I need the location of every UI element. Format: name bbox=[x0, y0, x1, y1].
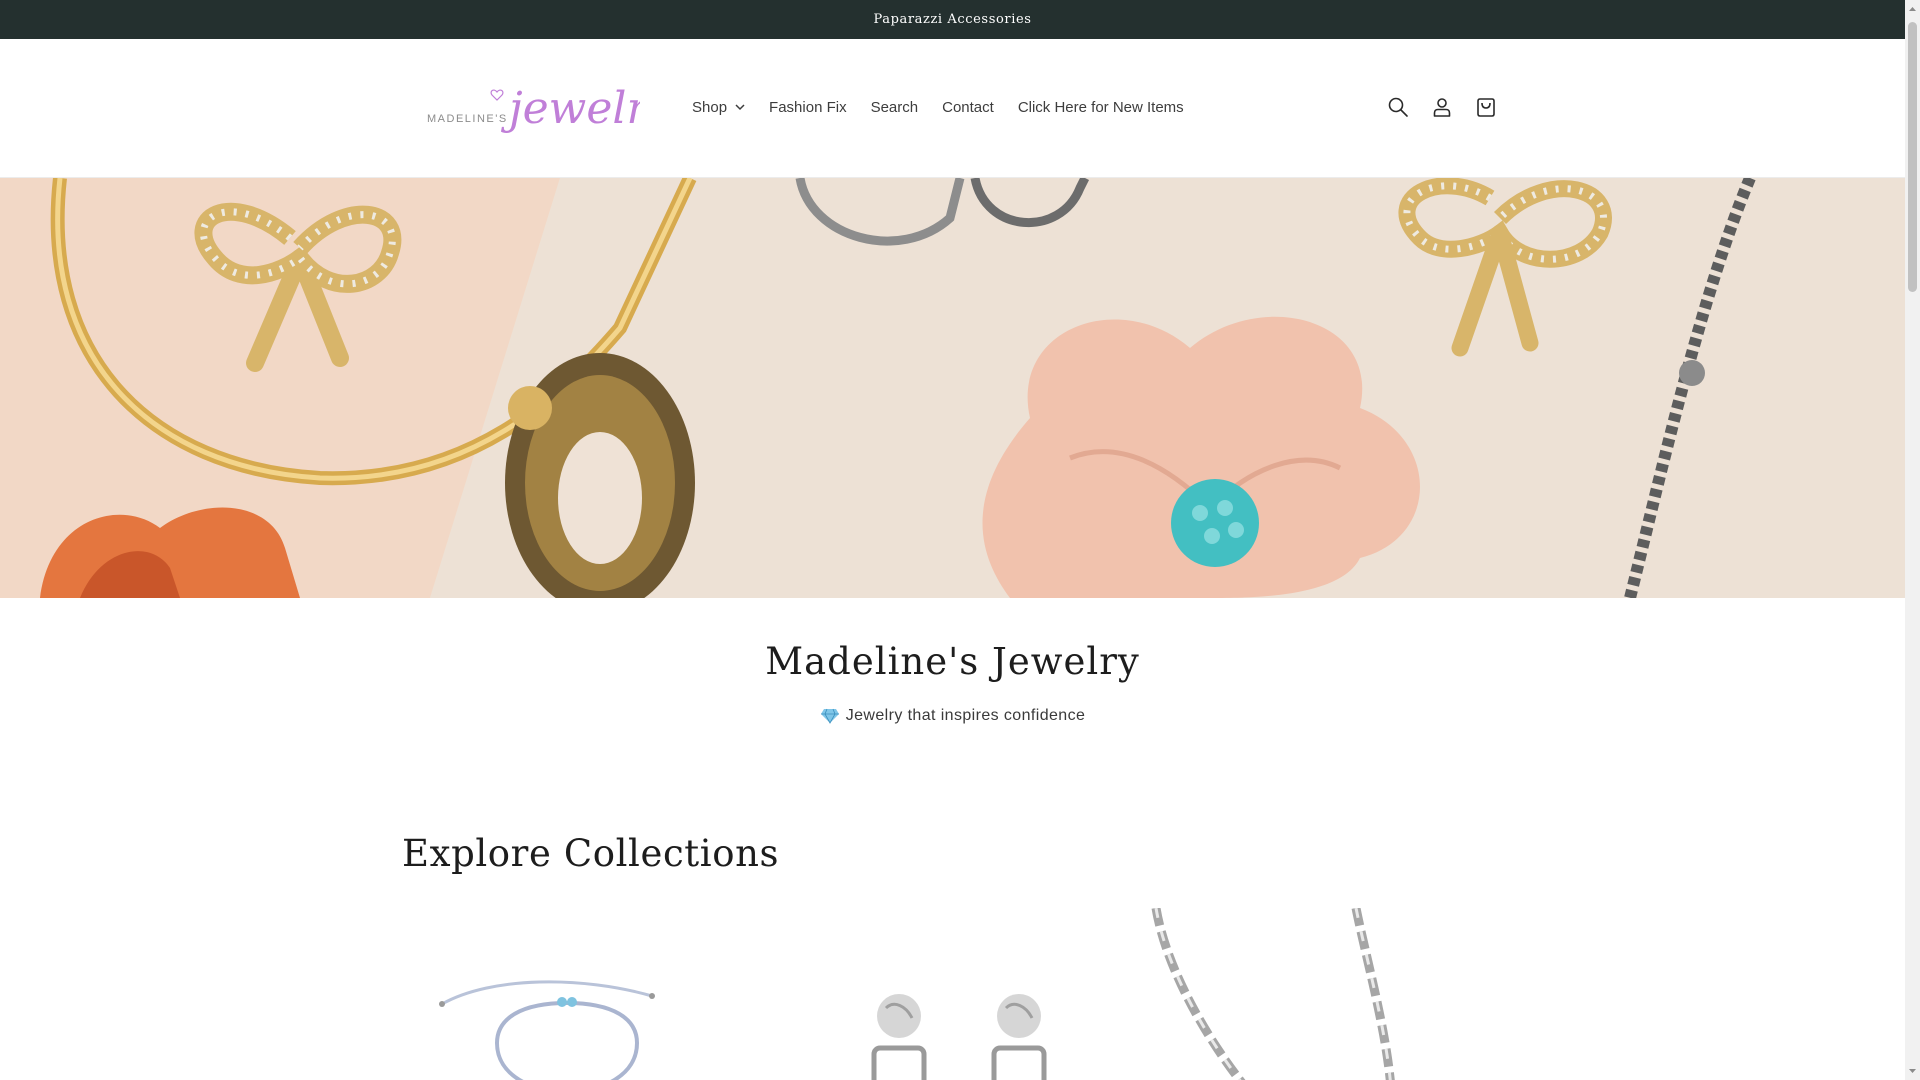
bracelet-image bbox=[439, 980, 655, 1080]
header-actions bbox=[1376, 89, 1508, 125]
logo-script-text: jewelry bbox=[500, 83, 640, 134]
nav-fashion-fix[interactable]: Fashion Fix bbox=[757, 99, 859, 116]
cart-button[interactable] bbox=[1464, 89, 1508, 125]
account-icon bbox=[1433, 98, 1451, 117]
hero-banner bbox=[0, 178, 1905, 598]
scroll-up-arrow-icon[interactable] bbox=[1908, 4, 1917, 14]
intro-section: Madeline's Jewelry Jewelry that inspires… bbox=[0, 598, 1905, 725]
nav-search[interactable]: Search bbox=[859, 99, 931, 116]
nav-contact-label: Contact bbox=[942, 98, 994, 116]
gem-icon bbox=[820, 708, 839, 724]
chain-necklace-image bbox=[1151, 908, 1395, 1080]
logo-small-text: MADELINE'S bbox=[427, 113, 508, 125]
search-icon bbox=[1388, 97, 1408, 117]
nav-new-items[interactable]: Click Here for New Items bbox=[1006, 99, 1196, 116]
nav-shop-label: Shop bbox=[692, 98, 728, 116]
site-header: MADELINE'S jewelry Shop Fashion Fix Sear… bbox=[0, 39, 1905, 178]
intro-subtitle-text: Jewelry that inspires confidence bbox=[845, 707, 1086, 724]
logo-heart-icon bbox=[490, 89, 504, 101]
scroll-down-arrow-icon[interactable] bbox=[1908, 1066, 1917, 1076]
earrings-image bbox=[871, 994, 1047, 1080]
search-button[interactable] bbox=[1376, 89, 1420, 125]
nav-contact[interactable]: Contact bbox=[930, 99, 1006, 116]
collection-card-earrings[interactable] bbox=[774, 908, 1129, 1080]
intro-subtitle: Jewelry that inspires confidence bbox=[0, 707, 1905, 725]
announcement-text: Paparazzi Accessories bbox=[873, 12, 1032, 27]
collection-list bbox=[402, 908, 1502, 1080]
nav-fashion-fix-label: Fashion Fix bbox=[769, 98, 847, 116]
page-scrollbar[interactable] bbox=[1905, 0, 1920, 1080]
account-button[interactable] bbox=[1420, 89, 1464, 125]
announcement-bar: Paparazzi Accessories bbox=[0, 0, 1905, 39]
collection-card-necklace[interactable] bbox=[1146, 908, 1501, 1080]
scrollbar-thumb[interactable] bbox=[1908, 22, 1917, 292]
main-nav: Shop Fashion Fix Search Contact Click He… bbox=[680, 91, 1196, 123]
chevron-down-icon bbox=[735, 104, 745, 111]
page-title: Madeline's Jewelry bbox=[765, 640, 1140, 683]
cart-icon bbox=[1477, 98, 1495, 117]
collection-card-bracelet[interactable] bbox=[402, 908, 757, 1080]
site-logo[interactable]: MADELINE'S jewelry bbox=[425, 75, 673, 145]
nav-search-label: Search bbox=[870, 98, 919, 116]
nav-new-items-label: Click Here for New Items bbox=[1017, 98, 1184, 116]
logo-graphic: MADELINE'S jewelry bbox=[427, 83, 673, 134]
hero-jewelry-image bbox=[0, 178, 1905, 598]
nav-shop[interactable]: Shop bbox=[680, 99, 757, 116]
collections-title: Explore Collections bbox=[402, 832, 780, 875]
